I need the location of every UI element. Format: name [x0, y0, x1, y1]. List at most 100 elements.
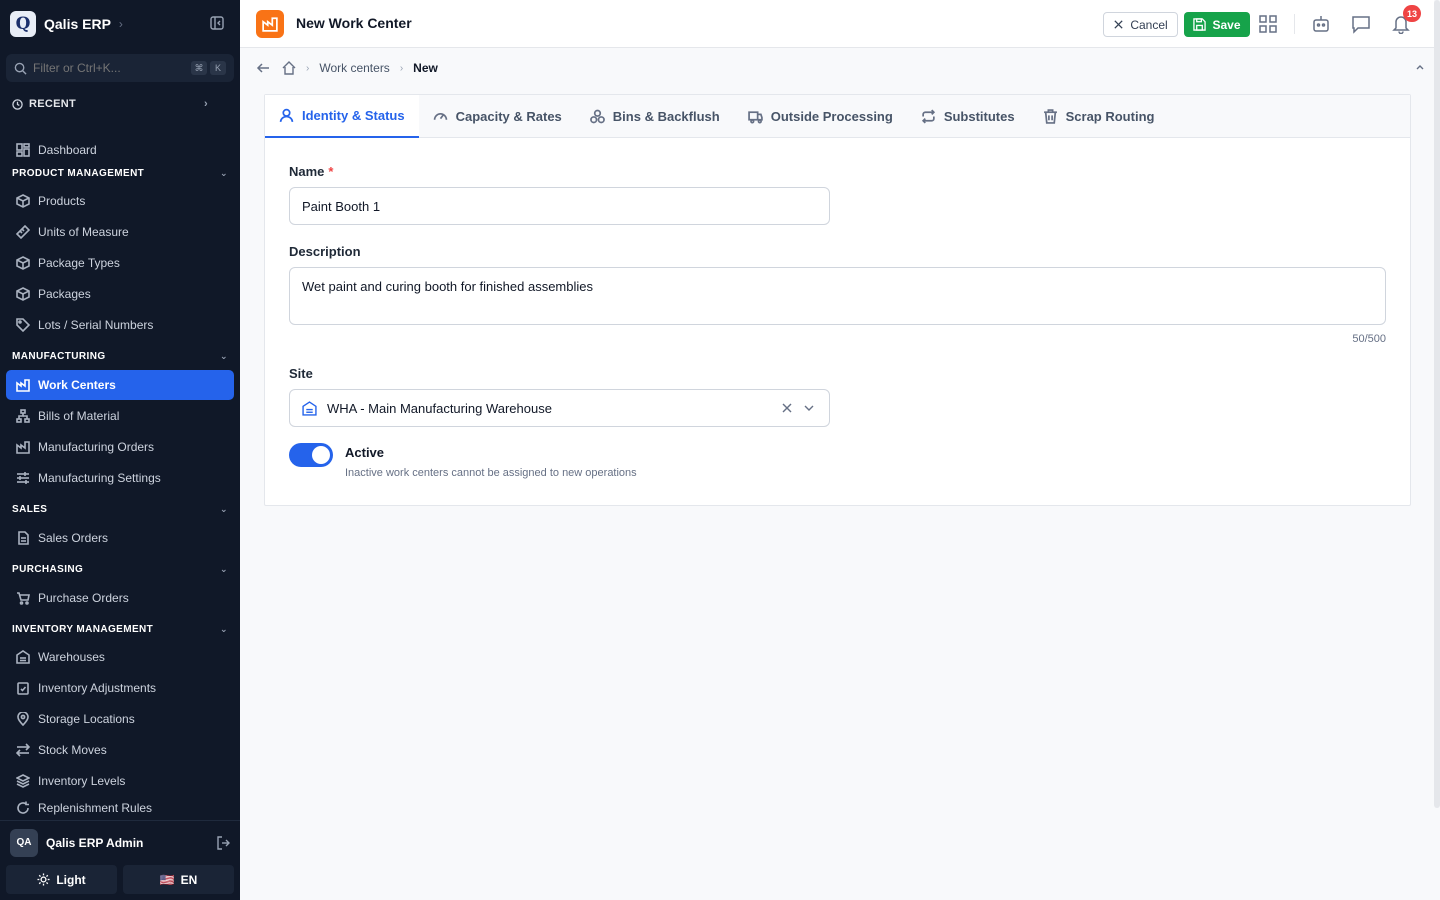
factory-icon — [16, 441, 30, 454]
kbd-k: K — [210, 61, 226, 75]
sidebar-item-label: Storage Locations — [38, 712, 135, 726]
tab-capacity-rates[interactable]: Capacity & Rates — [419, 95, 576, 138]
cancel-label: Cancel — [1130, 17, 1168, 32]
sidebar-item-package-types[interactable]: Package Types — [6, 248, 234, 278]
tab-label: Capacity & Rates — [455, 109, 562, 124]
chat-icon[interactable] — [1351, 14, 1371, 34]
sidebar-item-warehouses[interactable]: Warehouses — [6, 642, 234, 672]
tab-bins-backflush[interactable]: Bins & Backflush — [576, 95, 734, 138]
tag-icon — [16, 318, 30, 332]
page-scrollbar[interactable] — [1434, 0, 1440, 808]
section-label: INVENTORY MANAGEMENT — [12, 624, 154, 635]
sidebar-item-manufacturing-settings[interactable]: Manufacturing Settings — [6, 463, 234, 493]
tab-substitutes[interactable]: Substitutes — [907, 95, 1029, 138]
sidebar-item-replenishment-rules[interactable]: Replenishment Rules — [6, 797, 234, 819]
language-button[interactable]: 🇺🇸 EN — [123, 865, 234, 894]
chevron-down-icon: ⌄ — [220, 351, 228, 361]
sidebar-item-work-centers[interactable]: Work Centers — [6, 370, 234, 400]
ruler-icon — [16, 225, 30, 239]
chevron-up-icon[interactable] — [1414, 61, 1426, 76]
sidebar-item-label: Manufacturing Settings — [38, 471, 161, 485]
tab-outside-processing[interactable]: Outside Processing — [734, 95, 907, 138]
sidebar-item-sales-orders[interactable]: Sales Orders — [6, 523, 234, 553]
chevron-down-icon[interactable] — [803, 402, 815, 414]
avatar[interactable]: QA — [10, 828, 38, 857]
section-label: PRODUCT MANAGEMENT — [12, 168, 145, 179]
map-pin-icon — [17, 712, 29, 726]
package-icon — [16, 194, 30, 208]
toggle-knob — [312, 446, 330, 464]
sliders-icon — [17, 472, 29, 484]
sidebar-item-bills-of-material[interactable]: Bills of Material — [6, 401, 234, 431]
theme-toggle-button[interactable]: Light — [6, 865, 117, 894]
brand-name: Qalis ERP — [44, 16, 111, 32]
description-field[interactable]: Wet paint and curing booth for finished … — [289, 267, 1386, 325]
sidebar-item-label: Replenishment Rules — [38, 801, 153, 815]
chevron-down-icon: ⌄ — [220, 168, 228, 178]
factory-icon — [16, 379, 30, 392]
language-label: EN — [180, 872, 198, 887]
sidebar-item-dashboard[interactable]: Dashboard — [6, 135, 234, 165]
section-product-management[interactable]: PRODUCT MANAGEMENT ⌄ — [12, 168, 228, 179]
form-card: Identity & Status Capacity & Rates Bins … — [264, 94, 1411, 506]
shortcut-hint: ⌘ K — [188, 61, 226, 75]
breadcrumb: › Work centers › New — [256, 58, 1426, 78]
sidebar-item-label: Purchase Orders — [38, 591, 129, 605]
required-mark: * — [328, 164, 334, 179]
chevron-down-icon: ⌄ — [220, 564, 228, 574]
active-toggle[interactable] — [289, 443, 333, 467]
cancel-button[interactable]: Cancel — [1103, 12, 1178, 37]
sidebar-item-storage-locations[interactable]: Storage Locations — [6, 704, 234, 734]
user-name: Qalis ERP Admin — [46, 835, 144, 850]
sidebar: Q Qalis ERP › ⌘ K RECENT › Dashboard PRO… — [0, 0, 240, 900]
sidebar-item-lots-serial[interactable]: Lots / Serial Numbers — [6, 310, 234, 340]
clear-icon[interactable] — [781, 402, 793, 414]
sidebar-item-stock-moves[interactable]: Stock Moves — [6, 735, 234, 765]
us-flag-icon: 🇺🇸 — [159, 872, 175, 887]
site-value: WHA - Main Manufacturing Warehouse — [327, 400, 552, 416]
apps-grid-icon[interactable] — [1258, 14, 1278, 34]
section-inventory-management[interactable]: INVENTORY MANAGEMENT ⌄ — [12, 624, 228, 635]
active-label: Active — [345, 445, 385, 460]
tab-label: Substitutes — [943, 109, 1015, 124]
top-header: New Work Center Cancel Save 13 — [240, 0, 1434, 48]
sidebar-item-products[interactable]: Products — [6, 186, 234, 216]
sidebar-item-units-of-measure[interactable]: Units of Measure — [6, 217, 234, 247]
recent-toggle[interactable]: RECENT › — [12, 98, 208, 110]
tab-bar: Identity & Status Capacity & Rates Bins … — [265, 95, 1410, 138]
kbd-cmd: ⌘ — [191, 61, 207, 75]
sidebar-item-inventory-levels[interactable]: Inventory Levels — [6, 766, 234, 796]
sidebar-item-label: Lots / Serial Numbers — [38, 318, 154, 332]
trash-icon — [1043, 109, 1057, 124]
home-icon[interactable] — [282, 61, 296, 75]
sidebar-item-manufacturing-orders[interactable]: Manufacturing Orders — [6, 432, 234, 462]
name-field[interactable]: Paint Booth 1 — [289, 187, 830, 225]
section-label: PURCHASING — [12, 564, 84, 575]
sidebar-item-label: Manufacturing Orders — [38, 440, 155, 454]
sidebar-item-label: Units of Measure — [38, 225, 129, 239]
sidebar-item-purchase-orders[interactable]: Purchase Orders — [6, 583, 234, 613]
dashboard-icon — [16, 143, 30, 157]
section-manufacturing[interactable]: MANUFACTURING ⌄ — [12, 351, 228, 362]
user-icon — [279, 108, 294, 123]
back-arrow-icon[interactable] — [256, 61, 270, 75]
logout-icon[interactable] — [216, 835, 230, 850]
tab-identity-status[interactable]: Identity & Status — [265, 95, 419, 138]
brand[interactable]: Q Qalis ERP › — [10, 10, 230, 38]
tab-scrap-routing[interactable]: Scrap Routing — [1029, 95, 1169, 138]
save-label: Save — [1212, 17, 1241, 32]
breadcrumb-parent[interactable]: Work centers — [319, 61, 389, 75]
section-purchasing[interactable]: PURCHASING ⌄ — [12, 564, 228, 575]
sidebar-item-inventory-adjustments[interactable]: Inventory Adjustments — [6, 673, 234, 703]
site-select[interactable]: WHA - Main Manufacturing Warehouse — [289, 389, 830, 427]
save-button[interactable]: Save — [1184, 12, 1250, 37]
filter-input[interactable] — [33, 61, 183, 75]
tab-label: Scrap Routing — [1065, 109, 1155, 124]
bot-icon[interactable] — [1311, 14, 1331, 34]
section-sales[interactable]: SALES ⌄ — [12, 504, 228, 515]
filter-box[interactable]: ⌘ K — [6, 54, 234, 82]
notification-badge: 13 — [1403, 5, 1421, 22]
recent-label: RECENT — [29, 98, 77, 110]
sidebar-item-packages[interactable]: Packages — [6, 279, 234, 309]
sidebar-collapse-icon[interactable] — [210, 16, 224, 30]
